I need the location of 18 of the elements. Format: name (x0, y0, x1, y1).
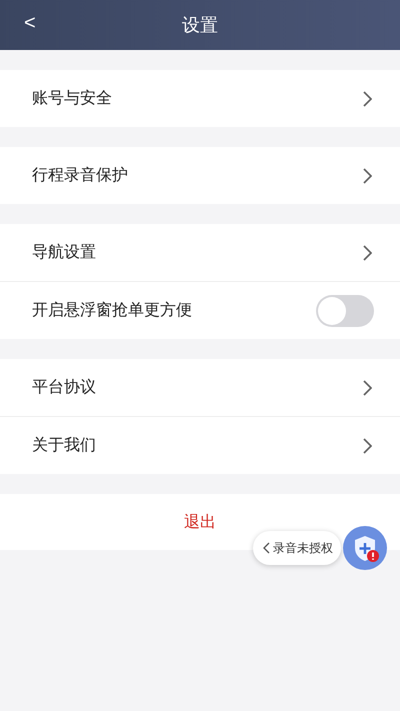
settings-item[interactable]: 导航设置 (0, 224, 400, 282)
chevron-icon (362, 438, 372, 454)
chevron-icon (362, 380, 372, 396)
toggle-switch[interactable] (316, 294, 374, 326)
chevron-icon (362, 244, 372, 260)
settings-item[interactable]: 账号与安全 (0, 70, 400, 127)
settings-item[interactable]: 行程录音保护 (0, 147, 400, 204)
settings-item[interactable]: 关于我们 (0, 417, 400, 474)
floating-badge[interactable]: 录音未授权 (253, 531, 341, 565)
chevron-left-icon (263, 542, 270, 554)
chevron-icon (362, 90, 372, 106)
chevron-icon (362, 168, 372, 184)
setting-label: 开启悬浮窗抢单更方便 (32, 300, 192, 321)
back-button[interactable]: < (24, 12, 36, 35)
page-title: 设置 (182, 14, 218, 37)
settings-item[interactable]: 平台协议 (0, 359, 400, 417)
badge-label: 录音未授权 (273, 540, 333, 556)
logout-button[interactable]: 退出 (184, 512, 216, 532)
